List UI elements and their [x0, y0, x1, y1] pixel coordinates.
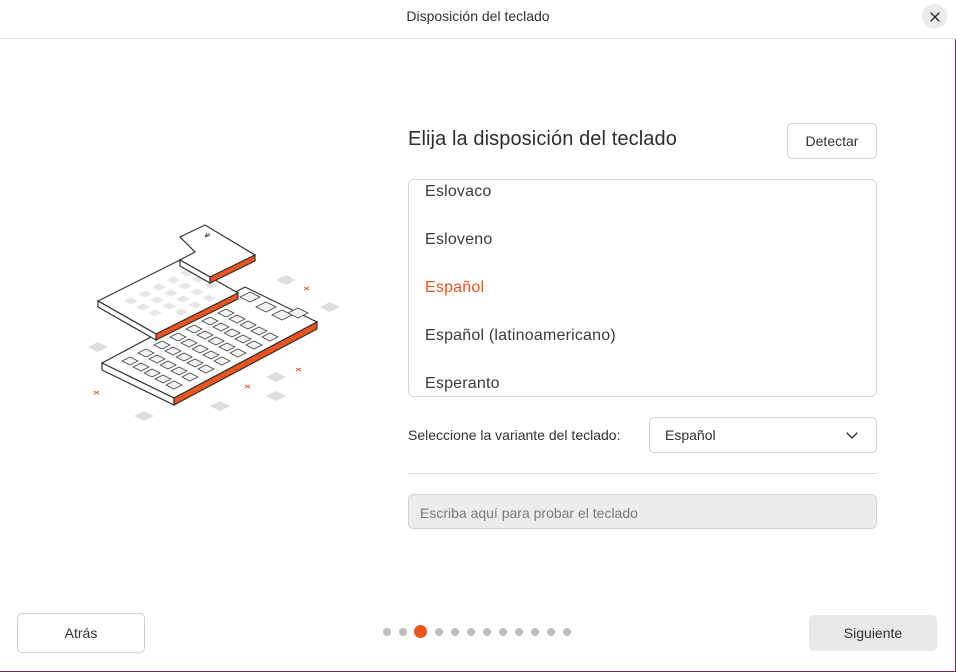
page-dot: [515, 628, 523, 636]
keyboard-illustration: [88, 224, 340, 421]
title-bar: Disposición del teclado: [0, 0, 956, 39]
page-dot: [451, 628, 459, 636]
layout-item-esperanto[interactable]: Esperanto: [425, 375, 500, 393]
layout-item-espanol[interactable]: Español: [425, 279, 484, 297]
installer-window: Disposición del teclado Elija la disposi…: [0, 0, 956, 672]
layout-list[interactable]: Eslovaco Esloveno Español Español (latin…: [408, 179, 877, 397]
close-icon: [929, 11, 940, 22]
next-button[interactable]: Siguiente: [809, 615, 937, 651]
window-title: Disposición del teclado: [406, 8, 550, 24]
page-dot: [563, 628, 571, 636]
page-dot: [467, 628, 475, 636]
close-button[interactable]: [922, 4, 947, 29]
page-dot: [499, 628, 507, 636]
page-dot-current: [414, 625, 427, 638]
page-dot: [383, 628, 391, 636]
layout-item-espanol-latinoamericano[interactable]: Español (latinoamericano): [425, 327, 616, 345]
variant-selected-value: Español: [665, 427, 716, 443]
page-dot: [531, 628, 539, 636]
page-dot: [547, 628, 555, 636]
layout-item-esloveno[interactable]: Esloveno: [425, 231, 492, 249]
layout-item-eslovaco[interactable]: Eslovaco: [425, 183, 492, 201]
page-dot: [483, 628, 491, 636]
page-dot: [399, 628, 407, 636]
variant-dropdown[interactable]: Español: [649, 417, 877, 453]
separator: [408, 473, 877, 474]
page-dot: [435, 628, 443, 636]
page-heading: Elija la disposición del teclado: [408, 128, 677, 150]
keyboard-test-input[interactable]: [408, 494, 877, 529]
chevron-down-icon: [846, 432, 858, 439]
back-button[interactable]: Atrás: [17, 613, 145, 653]
variant-label: Seleccione la variante del teclado:: [408, 427, 621, 443]
detect-button[interactable]: Detectar: [787, 123, 877, 159]
